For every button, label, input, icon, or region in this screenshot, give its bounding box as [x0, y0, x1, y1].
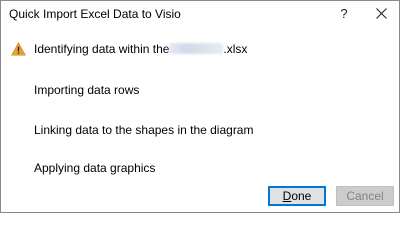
step-applying-graphics: Applying data graphics — [34, 161, 156, 175]
cancel-button[interactable]: Cancel — [336, 186, 394, 206]
step-identifying-data: Identifying data within the .xlsx — [34, 42, 247, 56]
import-dialog: Quick Import Excel Data to Visio ? Ident… — [0, 0, 400, 213]
step-importing-rows: Importing data rows — [34, 83, 140, 97]
redacted-filename — [169, 43, 224, 54]
done-button[interactable]: Done — [268, 186, 326, 206]
help-button[interactable]: ? — [334, 3, 354, 25]
done-access-key: D — [282, 189, 292, 203]
filename-extension: .xlsx — [223, 42, 248, 56]
title-bar: Quick Import Excel Data to Visio ? — [1, 1, 399, 29]
close-icon — [375, 8, 387, 19]
step-linking-data: Linking data to the shapes in the diagra… — [34, 123, 254, 137]
step-identifying-label: Identifying data within the — [34, 42, 170, 56]
warning-icon — [11, 42, 26, 56]
done-label-rest: one — [291, 189, 312, 203]
close-button[interactable] — [369, 3, 393, 25]
dialog-title: Quick Import Excel Data to Visio — [9, 7, 181, 21]
